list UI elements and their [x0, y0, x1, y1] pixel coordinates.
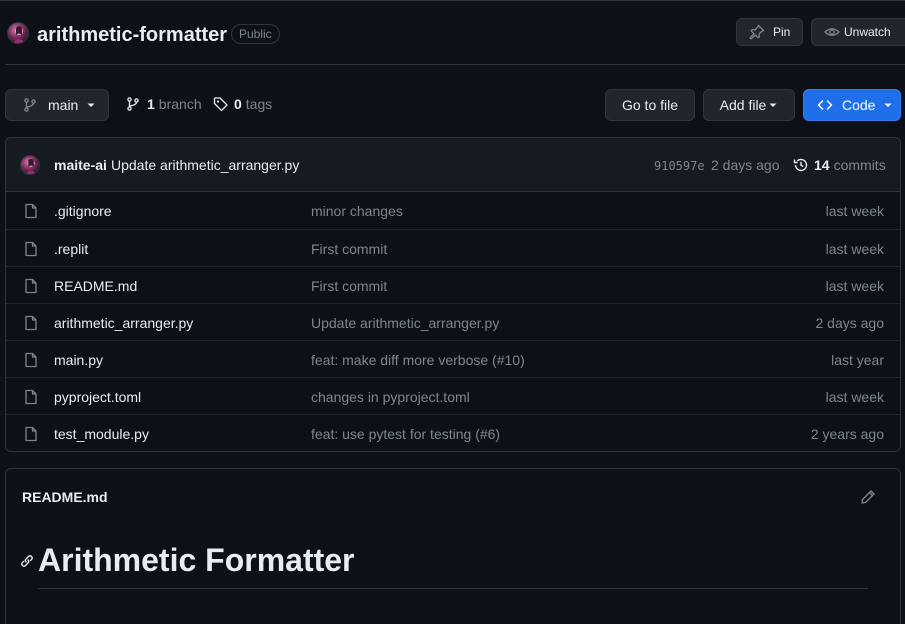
header-divider: [5, 64, 905, 65]
latest-commit-bar: maite-ai Update arithmetic_arranger.py 9…: [6, 138, 900, 192]
file-commit-message[interactable]: First commit: [311, 241, 387, 257]
file-commit-message[interactable]: feat: use pytest for testing (#6): [311, 426, 500, 442]
repo-name-link[interactable]: arithmetic-formatter: [37, 22, 227, 48]
file-age: 2 years ago: [810, 426, 884, 442]
file-icon: [23, 203, 39, 219]
file-icon: [23, 315, 39, 331]
visibility-badge: Public: [231, 24, 280, 44]
file-name[interactable]: README.md: [54, 278, 137, 294]
file-name[interactable]: test_module.py: [54, 426, 149, 442]
caret-down-icon: [883, 100, 893, 110]
file-name[interactable]: pyproject.toml: [54, 389, 141, 405]
commit-age: 2 days ago: [711, 157, 780, 173]
commit-message[interactable]: Update arithmetic_arranger.py: [111, 157, 299, 173]
file-age: last week: [825, 278, 884, 294]
readme-panel: README.md Arithmetic Formatter: [5, 468, 901, 624]
unwatch-label: Unwatch: [844, 25, 891, 39]
commit-word: commits: [833, 157, 886, 173]
file-icon: [23, 352, 39, 368]
file-row[interactable]: .gitignore minor changes last week: [6, 192, 900, 229]
file-age: last week: [825, 241, 884, 257]
branch-count-icon: [125, 96, 141, 112]
readme-filename[interactable]: README.md: [22, 489, 108, 505]
commit-author-avatar[interactable]: [20, 155, 40, 175]
edit-pencil-icon[interactable]: [860, 489, 876, 505]
file-commit-message[interactable]: minor changes: [311, 203, 403, 219]
pin-icon: [749, 24, 765, 40]
eye-icon: [824, 24, 840, 40]
branch-word: branch: [158, 96, 202, 112]
file-row[interactable]: test_module.py feat: use pytest for test…: [6, 414, 900, 451]
branches-link[interactable]: 1 branch: [125, 96, 202, 112]
add-file-label: Add file: [719, 97, 767, 113]
pin-label: Pin: [773, 25, 791, 39]
file-icon: [23, 426, 39, 442]
file-name[interactable]: .replit: [54, 241, 88, 257]
caret-down-icon: [86, 100, 96, 110]
file-age: 2 days ago: [815, 315, 885, 331]
file-age: last week: [825, 203, 884, 219]
unwatch-button[interactable]: Unwatch: [811, 18, 905, 46]
heading-divider: [38, 588, 868, 589]
history-icon: [793, 157, 809, 173]
commit-sha[interactable]: 910597e: [654, 159, 705, 173]
file-commit-message[interactable]: feat: make diff more verbose (#10): [311, 352, 525, 368]
readme-heading: Arithmetic Formatter: [38, 542, 355, 578]
file-name[interactable]: arithmetic_arranger.py: [54, 315, 193, 331]
file-row[interactable]: pyproject.toml changes in pyproject.toml…: [6, 377, 900, 414]
file-row[interactable]: README.md First commit last week: [6, 266, 900, 303]
file-name[interactable]: .gitignore: [54, 203, 112, 219]
file-commit-message[interactable]: Update arithmetic_arranger.py: [311, 315, 499, 331]
pin-button[interactable]: Pin: [736, 18, 803, 46]
go-to-file-button[interactable]: Go to file: [605, 89, 695, 121]
file-age: last year: [831, 352, 884, 368]
tag-count: 0: [234, 96, 242, 112]
branch-name: main: [48, 97, 79, 113]
tag-word: tags: [245, 96, 273, 112]
file-icon: [23, 389, 39, 405]
file-commit-message[interactable]: First commit: [311, 278, 387, 294]
file-age: last week: [825, 389, 884, 405]
commits-link[interactable]: 14 commits: [793, 157, 886, 173]
file-icon: [23, 278, 39, 294]
file-row[interactable]: arithmetic_arranger.py Update arithmetic…: [6, 303, 900, 340]
file-row[interactable]: .replit First commit last week: [6, 229, 900, 266]
branch-count: 1: [147, 96, 155, 112]
tags-link[interactable]: 0 tags: [213, 96, 272, 112]
file-name[interactable]: main.py: [54, 352, 103, 368]
file-icon: [23, 241, 39, 257]
code-icon: [817, 97, 833, 113]
commit-author[interactable]: maite-ai: [54, 157, 107, 173]
branch-select-button[interactable]: main: [5, 89, 109, 121]
go-to-file-label: Go to file: [621, 97, 679, 113]
file-commit-message[interactable]: changes in pyproject.toml: [311, 389, 470, 405]
commit-count: 14: [814, 157, 830, 173]
file-list: .gitignore minor changes last week .repl…: [6, 192, 900, 451]
anchor-link-icon[interactable]: [19, 553, 35, 569]
tag-icon: [213, 96, 229, 112]
top-divider: [0, 0, 905, 1]
file-browser: maite-ai Update arithmetic_arranger.py 9…: [5, 137, 901, 452]
add-file-button[interactable]: Add file: [703, 89, 795, 121]
owner-avatar[interactable]: [7, 22, 29, 44]
file-row[interactable]: main.py feat: make diff more verbose (#1…: [6, 340, 900, 377]
caret-down-icon: [768, 100, 778, 110]
branch-icon: [22, 97, 38, 113]
code-button[interactable]: Code: [803, 89, 901, 121]
code-label: Code: [842, 97, 876, 113]
